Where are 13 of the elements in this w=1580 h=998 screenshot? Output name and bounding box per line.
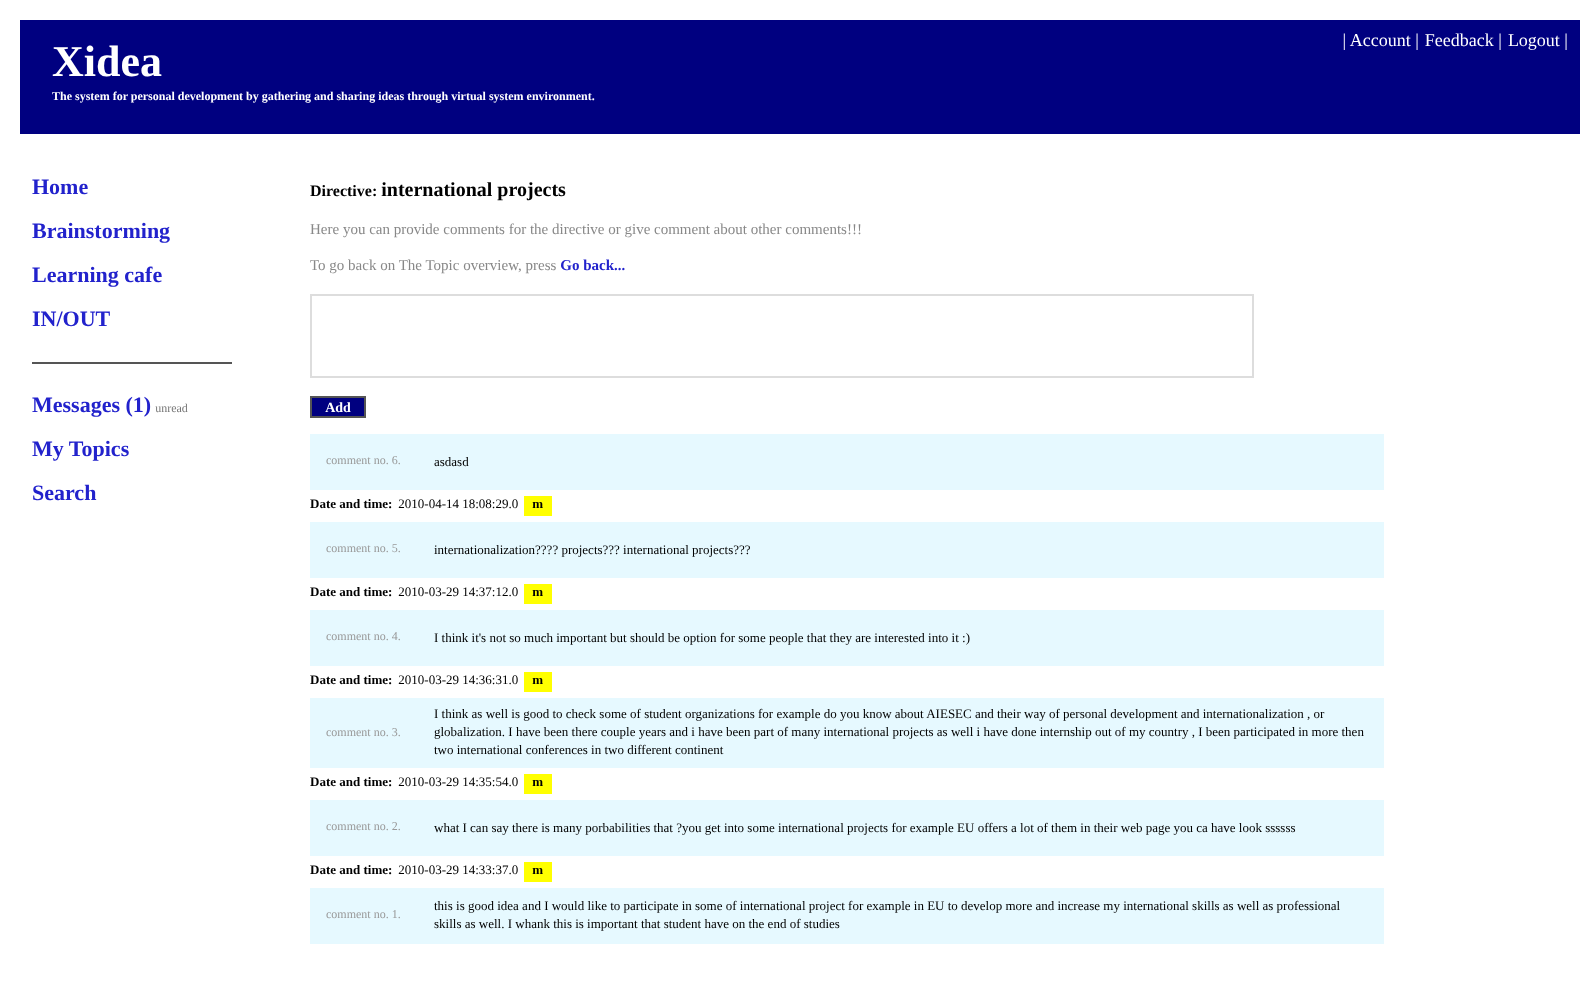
sidebar-link[interactable]: IN/OUT — [32, 298, 310, 342]
sidebar-link[interactable]: Learning cafe — [32, 254, 310, 298]
comment-field[interactable] — [310, 294, 1254, 378]
sidebar-link[interactable]: Home — [32, 166, 310, 210]
directive-title: Directive: international projects — [310, 178, 568, 206]
sidebar-link[interactable]: Search — [32, 472, 97, 516]
sidebar-link[interactable]: Brainstorming — [32, 210, 310, 254]
header-link[interactable]: | Account | — [1342, 28, 1419, 134]
logo: Xidea — [52, 36, 164, 88]
header-link[interactable]: Feedback | — [1424, 28, 1502, 134]
sidebar-link[interactable]: My Topics — [32, 428, 130, 472]
sidebar-link[interactable]: Messages (1) — [32, 384, 152, 428]
header-link[interactable]: Logout | — [1507, 28, 1568, 134]
